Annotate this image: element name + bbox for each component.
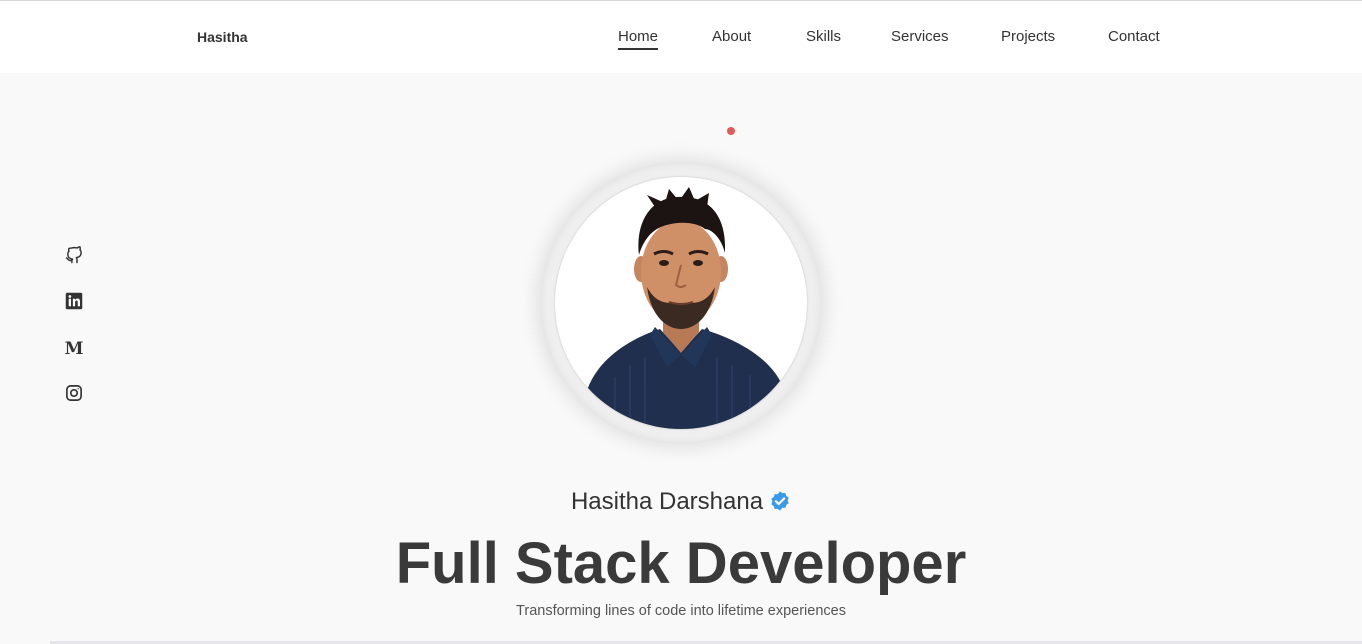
site-header: Hasitha Home About Skills Services Proje…: [0, 1, 1362, 73]
nav-projects[interactable]: Projects: [1001, 28, 1055, 45]
nav-contact[interactable]: Contact: [1108, 28, 1160, 45]
medium-icon[interactable]: M: [64, 338, 84, 358]
hero-name-row: Hasitha Darshana: [0, 488, 1362, 519]
nav-services[interactable]: Services: [891, 28, 949, 45]
github-icon[interactable]: [64, 245, 84, 265]
scroll-indicator-dot: [727, 127, 735, 135]
main-nav: Home About Skills Services Projects Cont…: [0, 28, 1362, 58]
hero-name: Hasitha Darshana: [570, 488, 764, 515]
profile-photo: [555, 177, 807, 429]
nav-skills[interactable]: Skills: [806, 28, 841, 45]
nav-home[interactable]: Home: [618, 28, 659, 50]
hero-title: Full Stack Developer: [395, 531, 967, 596]
linkedin-icon[interactable]: [64, 291, 84, 311]
verified-badge-icon: [769, 490, 791, 519]
instagram-icon[interactable]: [64, 383, 84, 403]
svg-text:M: M: [65, 339, 84, 357]
hero-tagline: Transforming lines of code into lifetime…: [516, 603, 846, 619]
nav-about[interactable]: About: [712, 28, 751, 45]
